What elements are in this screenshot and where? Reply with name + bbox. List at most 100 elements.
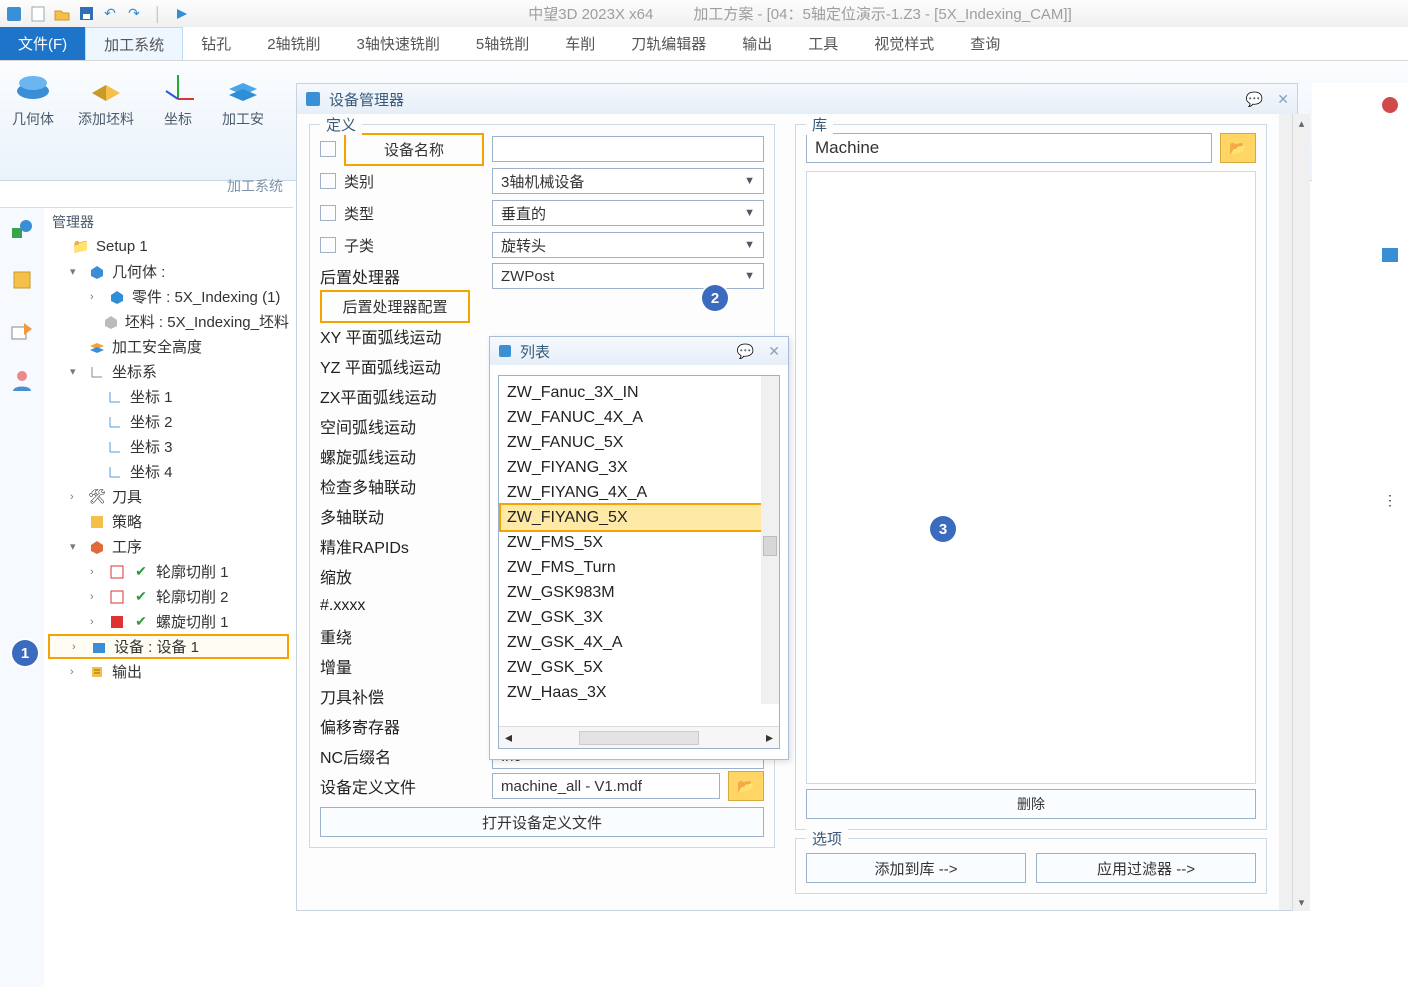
tree-device-row[interactable]: ›设备 : 设备 1	[48, 634, 289, 659]
type-combo[interactable]: 垂直的▼	[492, 200, 764, 226]
scroll-left-icon[interactable]: ◂	[505, 729, 512, 746]
device-name-label[interactable]: 设备名称	[344, 133, 484, 166]
redo-icon[interactable]: ↷	[126, 6, 142, 22]
tree-coord2[interactable]: 坐标 2	[130, 411, 173, 432]
tree-coordsys[interactable]: 坐标系	[112, 361, 157, 382]
list-item[interactable]: ZW_GSK_3X	[501, 605, 777, 630]
library-list[interactable]	[806, 171, 1256, 784]
checkbox-subcat[interactable]	[320, 237, 336, 253]
tree-coord1[interactable]: 坐标 1	[130, 386, 173, 407]
scroll-thumb[interactable]	[763, 536, 777, 556]
def-file-input[interactable]: machine_all - V1.mdf	[492, 773, 720, 799]
tab-query[interactable]: 查询	[952, 27, 1018, 60]
tab-tools[interactable]: 工具	[790, 27, 856, 60]
add-to-library-button[interactable]: 添加到库 -->	[806, 853, 1026, 883]
list-item-selected[interactable]: ZW_FIYANG_5X	[501, 505, 777, 530]
tree-ops[interactable]: 工序	[112, 536, 142, 557]
vt-import-icon[interactable]	[8, 316, 36, 344]
dock-stub-icon[interactable]	[1378, 93, 1402, 117]
list-item[interactable]: ZW_FMS_5X	[501, 530, 777, 555]
list-item[interactable]: ZW_GSK983M	[501, 580, 777, 605]
list-item[interactable]: ZW_FMS_Turn	[501, 555, 777, 580]
list-dialog-titlebar[interactable]: 列表 💬 ✕	[490, 337, 788, 365]
tab-5axis[interactable]: 5轴铣削	[458, 27, 547, 60]
dialog-close-icon[interactable]: ✕	[768, 343, 780, 360]
dock-stub2-icon[interactable]	[1378, 243, 1402, 267]
dialog-scrollbar[interactable]: ▴ ▾	[1292, 114, 1310, 911]
tree-output[interactable]: 输出	[112, 661, 142, 682]
tree-op2[interactable]: 轮廓切削 2	[156, 586, 229, 607]
save-icon[interactable]	[78, 6, 94, 22]
delete-button[interactable]: 删除	[806, 789, 1256, 819]
vt-setup-icon[interactable]	[8, 216, 36, 244]
tab-visual-styles[interactable]: 视觉样式	[856, 27, 952, 60]
scroll-right-icon[interactable]: ▸	[766, 729, 773, 746]
list-dialog-title: 列表	[520, 341, 550, 362]
tree-safeheight[interactable]: 加工安全高度	[112, 336, 202, 357]
btn-add-stock[interactable]: 添加坯料	[78, 69, 134, 129]
post-list[interactable]: ZW_Fanuc_3X_IN ZW_FANUC_4X_A ZW_FANUC_5X…	[498, 375, 780, 749]
vt-stock-icon[interactable]	[8, 266, 36, 294]
tab-2axis[interactable]: 2轴铣削	[249, 27, 338, 60]
tab-output[interactable]: 输出	[724, 27, 790, 60]
tab-toolpath-editor[interactable]: 刀轨编辑器	[613, 27, 724, 60]
checkbox-type[interactable]	[320, 205, 336, 221]
category-combo[interactable]: 3轴机械设备▼	[492, 168, 764, 194]
new-icon[interactable]	[30, 6, 46, 22]
checkbox-name[interactable]	[320, 141, 336, 157]
scroll-up-icon[interactable]: ▴	[1293, 114, 1310, 132]
list-item[interactable]: ZW_GSK_4X_A	[501, 630, 777, 655]
post-config-button[interactable]: 后置处理器配置	[320, 290, 470, 323]
list-scrollbar-vertical[interactable]	[761, 376, 779, 704]
type-label: 类型	[344, 203, 484, 224]
list-item[interactable]: ZW_FIYANG_3X	[501, 455, 777, 480]
btn-coord[interactable]: 坐标	[158, 69, 198, 129]
tree-coord4[interactable]: 坐标 4	[130, 461, 173, 482]
dialog-help-icon[interactable]: 💬	[1246, 91, 1263, 108]
tree-stock[interactable]: 坯料 : 5X_Indexing_坯料	[125, 311, 289, 332]
tab-turning[interactable]: 车削	[547, 27, 613, 60]
tab-drill[interactable]: 钻孔	[183, 27, 249, 60]
tab-cam-system[interactable]: 加工系统	[85, 27, 183, 60]
undo-icon[interactable]: ↶	[102, 6, 118, 22]
list-item[interactable]: ZW_GSK_5X	[501, 655, 777, 680]
list-item[interactable]: ZW_Haas_3X	[501, 680, 777, 705]
tree-op3[interactable]: 螺旋切削 1	[156, 611, 229, 632]
scroll-down-icon[interactable]: ▾	[1293, 893, 1310, 911]
list-item[interactable]: ZW_FANUC_4X_A	[501, 405, 777, 430]
browse-def-file-button[interactable]: 📂	[728, 771, 764, 801]
tree-part[interactable]: 零件 : 5X_Indexing (1)	[132, 286, 280, 307]
list-item[interactable]: ZW_Fanuc_3X_IN	[501, 380, 777, 405]
list-item[interactable]: ZW_FANUC_5X	[501, 430, 777, 455]
open-def-file-button[interactable]: 打开设备定义文件	[320, 807, 764, 837]
dialog-titlebar[interactable]: 设备管理器 💬 ✕	[297, 84, 1297, 114]
device-name-input[interactable]	[492, 136, 764, 162]
manager-tree[interactable]: 📁Setup 1 ▾几何体 : ›零件 : 5X_Indexing (1) 坯料…	[44, 230, 293, 688]
tree-strategy[interactable]: 策略	[112, 511, 142, 532]
checkbox-category[interactable]	[320, 173, 336, 189]
library-browse-button[interactable]: 📂	[1220, 133, 1256, 163]
apply-filter-button[interactable]: 应用过滤器 -->	[1036, 853, 1256, 883]
vt-user-icon[interactable]	[8, 366, 36, 394]
tree-coord3[interactable]: 坐标 3	[130, 436, 173, 457]
tab-file[interactable]: 文件(F)	[0, 27, 85, 60]
play-icon[interactable]	[174, 6, 190, 22]
dialog-help-icon[interactable]: 💬	[737, 343, 754, 360]
tree-setup[interactable]: Setup 1	[96, 238, 148, 255]
tree-op1[interactable]: 轮廓切削 1	[156, 561, 229, 582]
dialog-close-icon[interactable]: ✕	[1277, 91, 1289, 108]
dock-handle-icon[interactable]: ⋮	[1378, 488, 1402, 512]
tree-tools[interactable]: 刀具	[112, 486, 142, 507]
btn-safe-height[interactable]: 加工安	[222, 69, 264, 129]
post-combo[interactable]: ZWPost▼	[492, 263, 764, 289]
btn-geometry[interactable]: 几何体	[12, 69, 54, 129]
library-search-input[interactable]: Machine	[806, 133, 1212, 163]
list-scrollbar-horizontal[interactable]: ◂ ▸	[499, 726, 779, 748]
scroll-thumb[interactable]	[579, 731, 699, 745]
open-icon[interactable]	[54, 6, 70, 22]
tree-device[interactable]: 设备 : 设备 1	[114, 636, 199, 657]
subcat-combo[interactable]: 旋转头▼	[492, 232, 764, 258]
list-item[interactable]: ZW_FIYANG_4X_A	[501, 480, 777, 505]
tab-3axis[interactable]: 3轴快速铣削	[339, 27, 458, 60]
tree-geom[interactable]: 几何体 :	[112, 261, 165, 282]
